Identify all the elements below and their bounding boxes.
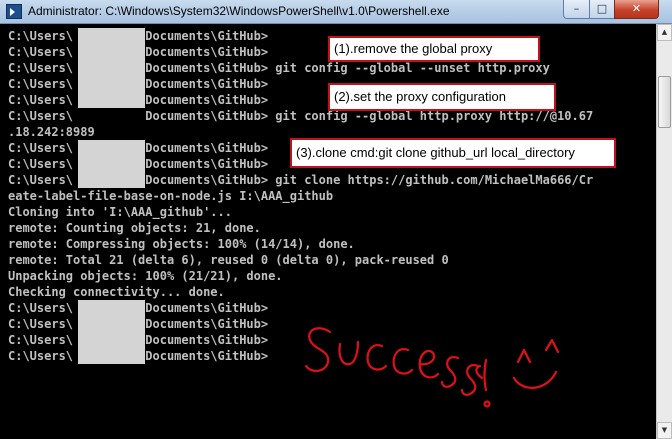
annotation-remove-proxy: (1).remove the global proxy <box>328 36 540 62</box>
console-line: eate-label-file-base-on-node.js I:\AAA_g… <box>8 189 334 203</box>
scroll-down-arrow-icon[interactable]: ▼ <box>657 422 672 439</box>
annotation-set-proxy: (2).set the proxy configuration <box>328 83 556 111</box>
powershell-icon <box>6 4 22 19</box>
redacted-username-block <box>78 300 145 364</box>
redacted-username-block <box>78 140 145 188</box>
redacted-username-block <box>78 28 145 92</box>
console-line: .18.242:8989 <box>8 125 95 139</box>
close-button[interactable]: ✕ <box>614 0 659 19</box>
console-line: remote: Compressing objects: 100% (14/14… <box>8 237 355 251</box>
console-line: Checking connectivity... done. <box>8 285 225 299</box>
window-titlebar[interactable]: Administrator: C:\Windows\System32\Windo… <box>0 0 672 24</box>
window-title: Administrator: C:\Windows\System32\Windo… <box>28 4 450 18</box>
console-line: Unpacking objects: 100% (21/21), done. <box>8 269 283 283</box>
handwritten-success-text <box>304 327 560 408</box>
scroll-thumb[interactable] <box>658 76 671 128</box>
console-line: Cloning into 'I:\AAA_github'... <box>8 205 232 219</box>
redacted-username-block <box>78 92 145 108</box>
scroll-up-arrow-icon[interactable]: ▲ <box>657 24 672 41</box>
console-line: remote: Total 21 (delta 6), reused 0 (de… <box>8 253 449 267</box>
console-line: remote: Counting objects: 21, done. <box>8 221 261 235</box>
minimize-button[interactable]: – <box>563 0 590 19</box>
annotation-clone-cmd: (3).clone cmd:git clone github_url local… <box>290 138 616 168</box>
vertical-scrollbar[interactable]: ▲ ▼ <box>656 24 672 439</box>
maximize-button[interactable]: □ <box>589 0 615 19</box>
